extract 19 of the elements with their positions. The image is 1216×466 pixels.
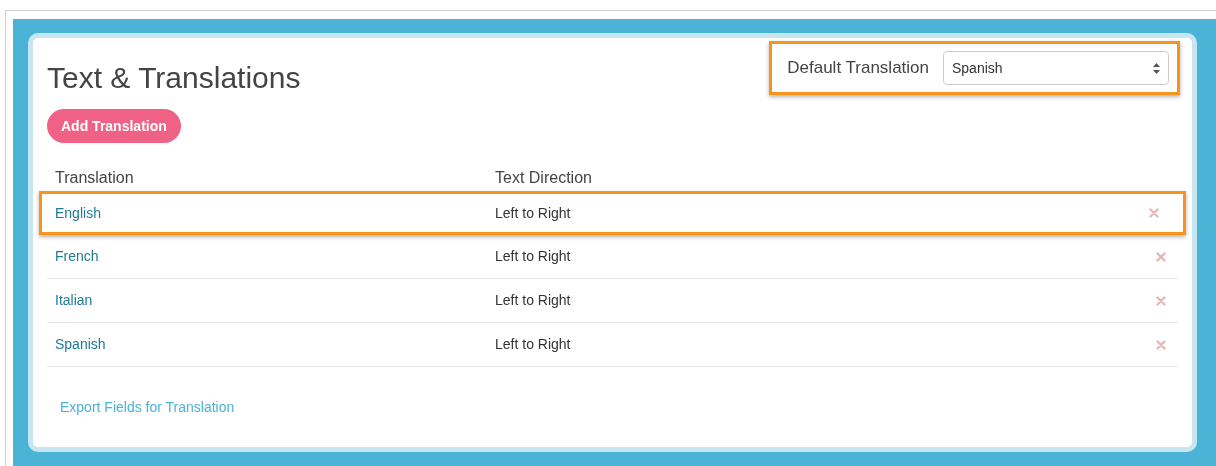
translation-link[interactable]: French xyxy=(55,246,495,267)
delete-icon[interactable] xyxy=(1156,251,1166,262)
updown-icon xyxy=(1153,62,1160,74)
translation-link[interactable]: English xyxy=(55,202,495,224)
column-header: Text Direction xyxy=(495,168,592,188)
language-select[interactable]: Spanish xyxy=(943,51,1169,85)
delete-icon[interactable] xyxy=(1156,295,1166,306)
text-direction: Left to Right xyxy=(495,247,572,266)
text-direction: Left to Right xyxy=(495,203,572,223)
column-header: Translation xyxy=(55,168,135,188)
page-title: Text & Translations xyxy=(47,60,301,96)
delete-icon[interactable] xyxy=(1149,208,1159,218)
translation-link[interactable]: Spanish xyxy=(55,334,495,355)
delete-icon[interactable] xyxy=(1156,339,1166,350)
add-translation-button[interactable]: Add Translation xyxy=(47,109,181,143)
translation-link[interactable]: Italian xyxy=(55,290,495,311)
text-direction: Left to Right xyxy=(495,335,572,354)
default-translation-label: Default Translation xyxy=(787,57,929,80)
text-direction: Left to Right xyxy=(495,291,572,310)
